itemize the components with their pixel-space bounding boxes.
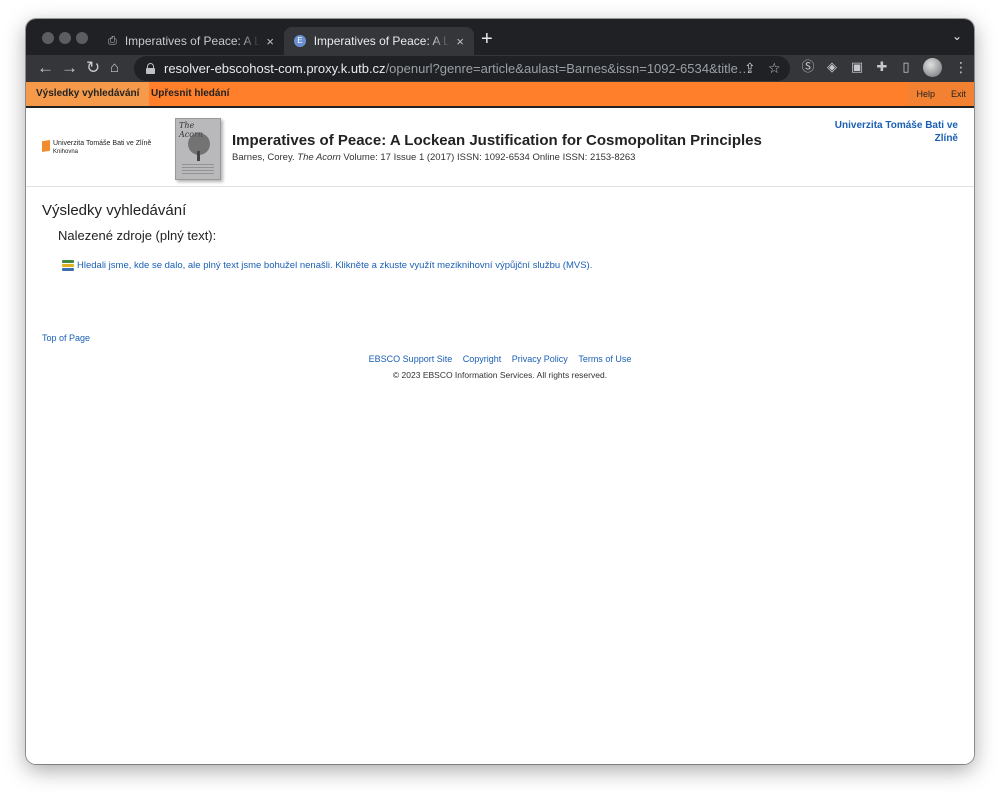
address-bar[interactable]: resolver-ebscohost-com.proxy.k.utb.cz /o… — [134, 56, 790, 81]
article-header: Univerzita Tomáše Bati ve Zlíně Knihovna… — [26, 108, 974, 187]
more-menu-icon[interactable]: ⋮ — [954, 59, 968, 76]
article-citation: Barnes, Corey. The Acorn Volume: 17 Issu… — [232, 152, 635, 163]
home-icon[interactable]: ⌂ — [110, 58, 119, 78]
printer-icon: ⎙ — [108, 34, 117, 47]
copyright-link[interactable]: Copyright — [463, 354, 502, 364]
extension-s-icon[interactable]: Ⓢ — [801, 60, 815, 74]
terms-of-use-link[interactable]: Terms of Use — [578, 354, 631, 364]
privacy-policy-link[interactable]: Privacy Policy — [512, 354, 568, 364]
article-author: Barnes, Corey. — [232, 152, 295, 163]
utb-library-logo[interactable]: Univerzita Tomáše Bati ve Zlíně Knihovna — [42, 139, 151, 157]
maximize-window-button[interactable] — [76, 32, 88, 44]
article-title: Imperatives of Peace: A Lockean Justific… — [232, 132, 762, 149]
nav-right-links: Help Exit — [908, 82, 974, 106]
url-path: /openurl?genre=article&aulast=Barnes&iss… — [385, 61, 756, 76]
browser-tab-1[interactable]: ⎙ Imperatives of Peace: A Lockean × — [98, 27, 284, 55]
close-tab-icon[interactable]: × — [456, 34, 464, 49]
ebsco-nav-bar: Výsledky vyhledávání Upřesnit hledání He… — [26, 82, 974, 108]
tab-refine-search[interactable]: Upřesnit hledání — [141, 82, 239, 106]
browser-window: ⎙ Imperatives of Peace: A Lockean × E Im… — [26, 19, 974, 764]
tab-strip: ⎙ Imperatives of Peace: A Lockean × E Im… — [26, 19, 974, 55]
mvs-request-row: Hledali jsme, kde se dalo, ale plný text… — [62, 259, 592, 271]
found-sources-heading: Nalezené zdroje (plný text): — [58, 228, 217, 243]
back-arrow-icon[interactable]: ← — [37, 58, 54, 78]
extension-icon[interactable]: ▣ — [850, 60, 864, 74]
tab-title: Imperatives of Peace: A Lockean — [124, 34, 261, 48]
new-tab-button[interactable]: + — [481, 28, 493, 51]
page-content: Výsledky vyhledávání Upřesnit hledání He… — [26, 82, 974, 764]
forward-arrow-icon[interactable]: → — [61, 58, 78, 78]
tab-search-chevron-icon[interactable]: ⌄ — [952, 29, 962, 43]
logo-university-name: Univerzita Tomáše Bati ve Zlíně — [53, 140, 152, 147]
puzzle-extensions-icon[interactable]: ✚ — [875, 60, 889, 74]
ebsco-favicon-icon: E — [294, 35, 306, 47]
dropbox-icon[interactable]: ◈ — [825, 60, 839, 74]
share-icon[interactable]: ⇪ — [744, 60, 756, 77]
browser-tab-2[interactable]: E Imperatives of Peace: A Lockean × — [284, 27, 474, 55]
help-link[interactable]: Help — [908, 82, 943, 106]
results-heading: Výsledky vyhledávání — [42, 202, 187, 219]
lock-icon — [146, 63, 155, 74]
profile-avatar[interactable] — [923, 58, 942, 77]
top-of-page-link[interactable]: Top of Page — [42, 333, 90, 343]
copyright-notice: © 2023 EBSCO Information Services. All r… — [392, 370, 608, 380]
footer-links: EBSCO Support Site Copyright Privacy Pol… — [26, 354, 974, 364]
close-tab-icon[interactable]: × — [266, 34, 274, 49]
close-window-button[interactable] — [42, 32, 54, 44]
journal-name: The Acorn — [297, 152, 341, 163]
utb-logo-mark-icon — [42, 140, 50, 152]
books-icon — [62, 259, 74, 271]
tab-title: Imperatives of Peace: A Lockean — [313, 34, 451, 48]
journal-cover-image: The Acorn — [175, 118, 221, 180]
logo-library-name: Knihovna — [53, 149, 79, 155]
url-host: resolver-ebscohost-com.proxy.k.utb.cz — [164, 61, 386, 76]
side-panel-icon[interactable]: ▯ — [899, 60, 913, 74]
article-details: Volume: 17 Issue 1 (2017) ISSN: 1092-653… — [343, 152, 636, 163]
institution-link[interactable]: Univerzita Tomáše Bati ve Zlíně — [808, 119, 958, 145]
reload-icon[interactable]: ↻ — [86, 58, 100, 78]
browser-toolbar: ← → ↻ ⌂ resolver-ebscohost-com.proxy.k.u… — [26, 55, 974, 82]
ebsco-support-link[interactable]: EBSCO Support Site — [369, 354, 453, 364]
bookmark-star-icon[interactable]: ☆ — [768, 60, 781, 77]
exit-link[interactable]: Exit — [943, 82, 974, 106]
minimize-window-button[interactable] — [59, 32, 71, 44]
tab-search-results[interactable]: Výsledky vyhledávání — [26, 82, 150, 106]
mvs-request-link[interactable]: Hledali jsme, kde se dalo, ale plný text… — [77, 260, 592, 271]
